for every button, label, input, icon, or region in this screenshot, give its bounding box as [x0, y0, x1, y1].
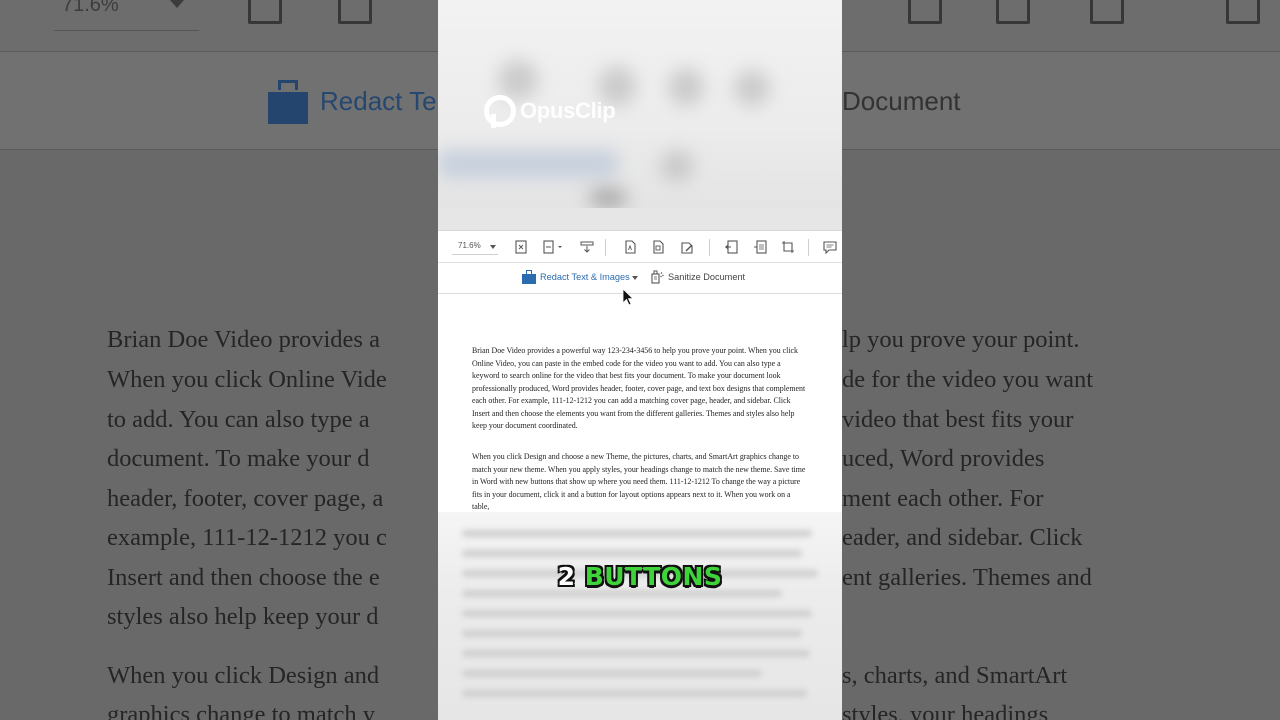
pdf-icon[interactable] [623, 240, 637, 254]
sanitize-icon [651, 270, 664, 284]
caption-number: 2 [557, 561, 576, 592]
document-page: Brian Doe Video provides a powerful way … [438, 294, 842, 512]
toolbar-divider [808, 239, 809, 256]
toolbar-divider [605, 239, 606, 256]
chevron-down-icon[interactable] [490, 245, 496, 249]
fit-page-icon[interactable] [514, 240, 528, 254]
edit-icon[interactable] [680, 240, 694, 254]
redact-chevron-down-icon[interactable] [632, 276, 638, 280]
fit-width-icon[interactable] [543, 240, 557, 254]
document-paragraph-2: When you click Design and choose a new T… [472, 452, 806, 512]
mouse-cursor-icon [622, 288, 634, 306]
toolbar-divider [709, 239, 710, 256]
right-shade [842, 0, 1280, 720]
scroll-icon[interactable] [580, 240, 594, 254]
zoom-value: 71.6% [458, 241, 481, 250]
redact-label: Redact Text & Images [540, 272, 630, 282]
opusclip-logo-icon [484, 95, 516, 128]
document-paragraph-1: Brian Doe Video provides a powerful way … [472, 346, 806, 431]
redact-icon [522, 270, 536, 284]
watermark: OpusClip [484, 95, 616, 128]
watermark-text: OpusClip [520, 98, 616, 123]
redact-ribbon: Redact Text & Images Sanitize Document [438, 263, 842, 294]
extract-icon[interactable] [724, 240, 738, 254]
video-frame: 71.6% Redact Te Document Brian Doe Video… [0, 0, 1280, 720]
blurred-bottom-area [438, 512, 842, 720]
toolbar: 71.6% [438, 230, 842, 263]
caption: 2 BUTTONS [438, 561, 842, 592]
sanitize-document-button[interactable]: Sanitize Document [651, 270, 745, 284]
redact-text-images-button[interactable]: Redact Text & Images [522, 270, 630, 284]
crop-icon[interactable] [781, 240, 795, 254]
video-panel: OpusClip 71.6% Redact Text & Images Sani… [438, 0, 842, 720]
caption-word: BUTTONS [584, 562, 723, 591]
blurred-strip [438, 208, 842, 230]
insert-pages-icon[interactable] [753, 240, 767, 254]
blurred-top-area: OpusClip [438, 0, 842, 208]
comment-icon[interactable] [823, 240, 837, 254]
export-icon[interactable] [651, 240, 665, 254]
fit-width-chevron-icon[interactable] [556, 240, 564, 254]
sanitize-label: Sanitize Document [668, 272, 746, 282]
left-shade [0, 0, 438, 720]
